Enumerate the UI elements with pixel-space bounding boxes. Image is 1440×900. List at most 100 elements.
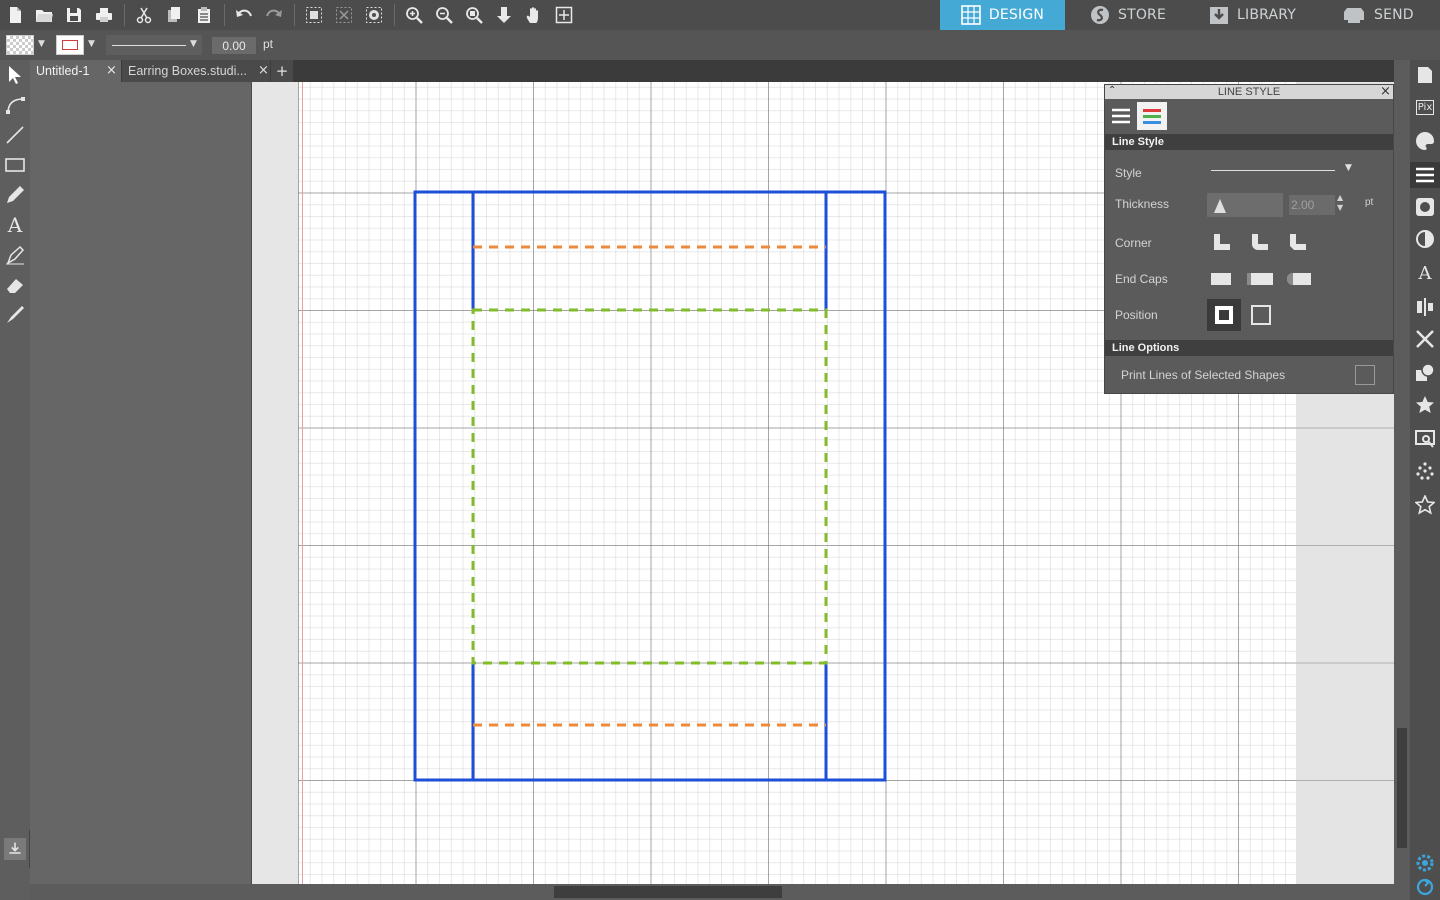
corner-miter-icon[interactable] <box>1211 231 1235 255</box>
line-color-tab-icon[interactable] <box>1137 102 1167 130</box>
page-setup-icon[interactable] <box>1414 64 1436 86</box>
main-toolbar: DESIGN STORE LIBRARY SEND <box>0 0 1440 30</box>
text-tool-icon[interactable]: A <box>4 213 26 237</box>
end-cap-round-icon[interactable] <box>1287 273 1311 285</box>
end-cap-butt-icon[interactable] <box>1211 273 1231 285</box>
line-style-tab-icon[interactable] <box>1107 102 1135 130</box>
corner-round-icon[interactable] <box>1249 231 1273 255</box>
edit-points-icon[interactable] <box>4 94 26 116</box>
group-icon[interactable] <box>304 5 324 25</box>
tab-library-label: LIBRARY <box>1237 7 1297 23</box>
fill-dropdown-icon[interactable]: ▼ <box>38 39 45 49</box>
zoom-out-icon[interactable] <box>434 5 454 25</box>
settings-gear-icon[interactable] <box>1414 852 1436 874</box>
pan-down-icon[interactable] <box>494 5 514 25</box>
thickness-input[interactable]: 2.00 <box>1289 195 1335 215</box>
fill-palette-icon[interactable] <box>1414 130 1436 152</box>
position-inside-button[interactable] <box>1207 299 1241 331</box>
stroke-unit-label: pt <box>263 37 274 51</box>
corner-bevel-icon[interactable] <box>1287 231 1311 255</box>
cut-icon[interactable] <box>134 5 154 25</box>
text-style-icon[interactable]: A <box>1414 262 1436 284</box>
panel-title-bar[interactable]: ⌃ LINE STYLE × <box>1105 84 1393 99</box>
print-icon[interactable] <box>94 5 114 25</box>
zoom-box-icon[interactable] <box>554 5 574 25</box>
tab-store[interactable]: STORE <box>1090 0 1166 30</box>
grid-icon <box>961 5 981 25</box>
style-dropdown[interactable]: ▼ <box>1209 163 1355 177</box>
ungroup-icon[interactable] <box>334 5 354 25</box>
offset-star-icon[interactable] <box>1414 394 1436 416</box>
tab-design[interactable]: DESIGN <box>940 0 1065 30</box>
select-arrow-icon[interactable] <box>4 64 26 86</box>
fill-pattern-icon[interactable] <box>1414 196 1436 218</box>
corner-label: Corner <box>1115 236 1152 250</box>
position-center-button[interactable] <box>1247 301 1275 329</box>
vertical-scrollbar[interactable] <box>1394 60 1410 884</box>
transparency-icon[interactable] <box>1414 228 1436 250</box>
modify-icon[interactable] <box>1414 362 1436 384</box>
end-cap-square-icon[interactable] <box>1247 273 1273 285</box>
paste-icon[interactable] <box>194 5 214 25</box>
thickness-slider[interactable] <box>1207 193 1283 217</box>
style-label: Style <box>1115 166 1142 180</box>
line-style-dropdown[interactable]: ▼ <box>106 35 202 55</box>
print-lines-checkbox[interactable] <box>1355 365 1375 385</box>
outer-cut-rectangle[interactable] <box>413 190 887 782</box>
thickness-stepper[interactable]: ▲ ▼ <box>1337 193 1343 213</box>
eraser-tool-icon[interactable] <box>4 274 26 296</box>
knife-tool-icon[interactable] <box>4 244 26 266</box>
hand-icon[interactable] <box>524 5 544 25</box>
position-center-icon <box>1251 305 1271 325</box>
tab-send[interactable]: SEND <box>1342 0 1414 30</box>
favorites-star-icon[interactable] <box>1414 494 1436 516</box>
pixscan-icon[interactable]: Pix <box>1414 96 1436 118</box>
panel-sidebar: Pix A <box>1410 60 1440 900</box>
add-tab-button[interactable]: + <box>271 60 293 82</box>
align-icon[interactable] <box>1414 296 1436 318</box>
stroke-width-input[interactable]: 0.00 <box>212 37 256 54</box>
doc-tab-label: Untitled-1 <box>36 64 90 78</box>
replicate-icon[interactable] <box>1414 328 1436 350</box>
print-lines-label: Print Lines of Selected Shapes <box>1121 368 1286 382</box>
close-icon[interactable]: × <box>106 63 117 78</box>
open-folder-icon[interactable] <box>34 5 54 25</box>
close-panel-icon[interactable]: × <box>1380 84 1391 99</box>
vertical-scroll-thumb[interactable] <box>1397 728 1407 848</box>
position-label: Position <box>1115 308 1158 322</box>
fill-color-swatch[interactable] <box>6 35 34 55</box>
trace-icon[interactable] <box>364 5 384 25</box>
line-color-swatch[interactable] <box>56 35 84 55</box>
copy-icon[interactable] <box>164 5 184 25</box>
pencil-tool-icon[interactable] <box>4 184 26 206</box>
save-icon[interactable] <box>64 5 84 25</box>
tab-library[interactable]: LIBRARY <box>1209 0 1296 30</box>
line-tool-icon[interactable] <box>4 124 26 146</box>
redo-icon[interactable] <box>264 5 284 25</box>
zoom-in-icon[interactable] <box>404 5 424 25</box>
green-score-square[interactable] <box>471 308 828 665</box>
line-style-panel: ⌃ LINE STYLE × Line Style Style ▼ Thickn… <box>1104 84 1394 394</box>
doc-tab-label: Earring Boxes.studi... <box>128 64 247 78</box>
slider-handle-icon[interactable] <box>1213 199 1227 215</box>
doc-tab-earring-boxes[interactable]: Earring Boxes.studi... <box>121 60 270 82</box>
horizontal-scrollbar[interactable] <box>30 884 1410 900</box>
sync-icon[interactable] <box>1414 876 1436 898</box>
position-inside-icon <box>1215 306 1233 324</box>
close-icon[interactable]: × <box>258 63 269 78</box>
tab-design-label: DESIGN <box>988 7 1045 23</box>
zoom-fit-icon[interactable] <box>464 5 484 25</box>
new-file-icon[interactable] <box>5 5 25 25</box>
sketch-effects-icon[interactable] <box>1414 460 1436 482</box>
undo-icon[interactable] <box>234 5 254 25</box>
import-icon[interactable] <box>4 838 26 860</box>
horizontal-scroll-thumb[interactable] <box>554 886 782 898</box>
knife-blade-icon[interactable] <box>4 304 26 326</box>
rectangle-tool-icon[interactable] <box>4 154 26 176</box>
tab-store-label: STORE <box>1118 7 1167 23</box>
line-color-dropdown-icon[interactable]: ▼ <box>88 39 95 49</box>
line-style-section-header: Line Style <box>1105 134 1393 150</box>
thickness-label: Thickness <box>1115 197 1170 211</box>
trace-panel-icon[interactable] <box>1414 428 1436 450</box>
line-style-panel-icon[interactable] <box>1410 162 1440 188</box>
